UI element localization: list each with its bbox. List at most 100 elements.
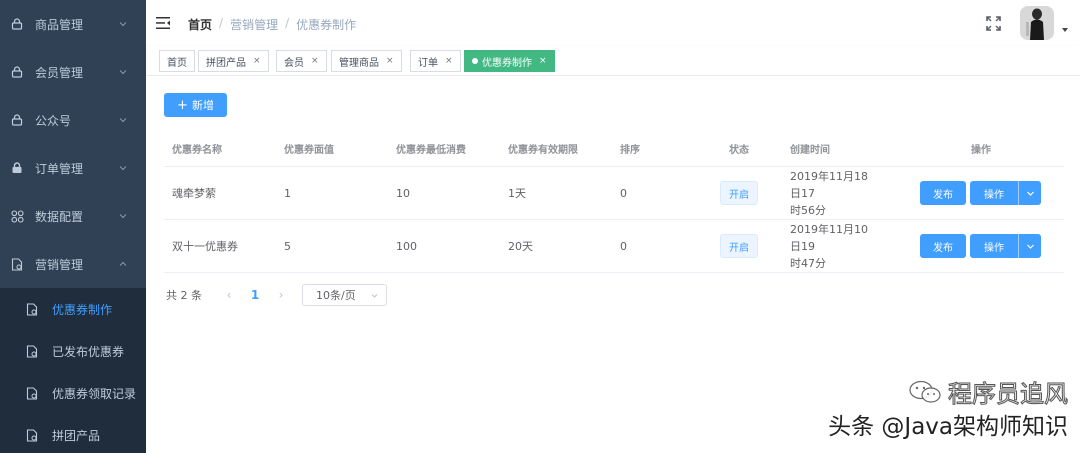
close-icon[interactable]: × (311, 56, 319, 66)
lock-icon (10, 65, 24, 79)
sidebar-subitem-label: 优惠券领取记录 (52, 386, 137, 401)
coupon-table: 优惠券名称 优惠券面值 优惠券最低消费 优惠券有效期限 排序 状态 创建时间 操… (164, 130, 1064, 273)
sidebar-item-official-account[interactable]: 公众号 (0, 96, 146, 144)
chevron-down-icon (119, 214, 127, 219)
caret-down-icon[interactable] (1062, 28, 1068, 32)
chevron-down-icon (1026, 191, 1034, 196)
sidebar-subitem-published-coupons[interactable]: 已发布优惠券 (0, 330, 146, 372)
publish-button[interactable]: 发布 (920, 234, 966, 258)
wechat-icon (909, 380, 941, 403)
publish-button[interactable]: 发布 (920, 181, 966, 205)
sidebar-subitem-group-products[interactable]: 拼团产品 (0, 414, 146, 453)
column-header: 优惠券名称 (172, 144, 222, 156)
add-button[interactable]: + 新增 (164, 93, 227, 117)
close-icon[interactable]: × (539, 56, 547, 66)
sidebar-item-label: 会员管理 (35, 65, 84, 80)
actions-cell: 发布 操作 (164, 220, 1064, 272)
tag-label: 会员 (284, 57, 304, 69)
tag-label: 首页 (167, 57, 187, 69)
chevron-up-icon (119, 261, 127, 266)
column-header: 状态 (729, 144, 749, 156)
chevron-down-icon (119, 166, 127, 171)
tag-group-products[interactable]: 拼团产品 × (198, 50, 269, 72)
page-size-value: 10条/页 (316, 289, 356, 302)
document-icon (26, 386, 39, 400)
lock-icon (10, 161, 24, 175)
action-button[interactable]: 操作 (970, 234, 1018, 258)
tag-orders[interactable]: 订单 × (410, 50, 461, 72)
fullscreen-icon[interactable] (986, 16, 1001, 31)
tag-members[interactable]: 会员 × (276, 50, 327, 72)
tag-label: 优惠券制作 (482, 57, 532, 69)
watermark-account: 程序员追风 (948, 380, 1069, 409)
sidebar: 商品管理 会员管理 公众号 订单管理 数据配置 营销管理 优惠券制作 已发布优惠… (0, 0, 146, 453)
breadcrumb: 首页 / 营销管理 / 优惠券制作 (188, 16, 356, 33)
action-button[interactable]: 操作 (970, 181, 1018, 205)
sidebar-item-label: 营销管理 (35, 257, 84, 272)
avatar[interactable] (1020, 6, 1054, 40)
plus-icon: + (177, 97, 188, 113)
navbar: 首页 / 营销管理 / 优惠券制作 (146, 0, 1080, 46)
sidebar-item-label: 数据配置 (35, 209, 84, 224)
chevron-down-icon (1026, 244, 1034, 249)
column-header: 优惠券面值 (284, 144, 334, 156)
tag-label: 订单 (418, 57, 438, 69)
breadcrumb-separator: / (219, 16, 224, 30)
pagination-total: 共 2 条 (166, 289, 202, 302)
lock-icon (10, 113, 24, 127)
hamburger-icon[interactable] (156, 17, 170, 29)
tag-manage-products[interactable]: 管理商品 × (331, 50, 402, 72)
column-header: 排序 (620, 144, 640, 156)
column-header: 操作 (971, 144, 991, 156)
tag-coupon-create[interactable]: 优惠券制作 × (464, 50, 555, 72)
pagination-page[interactable]: 1 (240, 288, 270, 302)
table-row: 魂牵梦萦 1 10 1天 0 开启 2019年11月18日17 时56分 发布 … (164, 167, 1064, 220)
sidebar-item-members[interactable]: 会员管理 (0, 48, 146, 96)
breadcrumb-separator: / (285, 16, 290, 30)
action-dropdown-toggle[interactable] (1018, 234, 1041, 258)
sidebar-subitem-label: 拼团产品 (52, 428, 101, 443)
document-icon (10, 257, 24, 271)
sidebar-subitem-coupon-records[interactable]: 优惠券领取记录 (0, 372, 146, 414)
column-header: 创建时间 (790, 144, 830, 156)
tags-view: 首页 拼团产品 × 会员 × 管理商品 × 订单 × 优惠券制作 × (146, 46, 1080, 76)
column-header: 优惠券有效期限 (508, 144, 578, 156)
close-icon[interactable]: × (253, 56, 261, 66)
chevron-down-icon (119, 118, 127, 123)
page-size-select[interactable]: 10条/页 (302, 284, 387, 306)
sidebar-subitem-coupon-create[interactable]: 优惠券制作 (0, 288, 146, 330)
close-icon[interactable]: × (386, 56, 394, 66)
grid-icon (10, 209, 24, 223)
active-dot-icon (472, 58, 478, 64)
watermark-line1: 程序员追风 (828, 374, 1069, 409)
sidebar-item-label: 商品管理 (35, 17, 84, 32)
sidebar-submenu-marketing: 优惠券制作 已发布优惠券 优惠券领取记录 拼团产品 (0, 288, 146, 453)
sidebar-subitem-label: 优惠券制作 (52, 302, 113, 317)
sidebar-item-products[interactable]: 商品管理 (0, 0, 146, 48)
document-icon (26, 344, 39, 358)
column-header: 优惠券最低消费 (396, 144, 466, 156)
sidebar-item-marketing[interactable]: 营销管理 (0, 240, 146, 288)
chevron-down-icon (371, 294, 378, 298)
close-icon[interactable]: × (445, 56, 453, 66)
pagination: 共 2 条 ‹ 1 › 10条/页 (166, 284, 387, 306)
breadcrumb-home[interactable]: 首页 (188, 16, 212, 33)
breadcrumb-marketing: 营销管理 (230, 18, 279, 32)
prev-page-icon[interactable]: ‹ (218, 288, 240, 302)
lock-icon (10, 17, 24, 31)
chevron-down-icon (119, 70, 127, 75)
chevron-down-icon (119, 22, 127, 27)
action-dropdown-toggle[interactable] (1018, 181, 1041, 205)
sidebar-item-label: 公众号 (35, 113, 72, 128)
tag-home[interactable]: 首页 (159, 50, 195, 72)
actions-cell: 发布 操作 (164, 167, 1064, 219)
tag-label: 管理商品 (339, 57, 379, 69)
action-dropdown: 操作 (970, 181, 1041, 205)
document-icon (26, 302, 39, 316)
sidebar-item-label: 订单管理 (35, 161, 84, 176)
action-dropdown: 操作 (970, 234, 1041, 258)
watermark: 程序员追风 头条 @Java架构师知识 (828, 374, 1068, 441)
sidebar-item-data-config[interactable]: 数据配置 (0, 192, 146, 240)
next-page-icon[interactable]: › (270, 288, 292, 302)
sidebar-item-orders[interactable]: 订单管理 (0, 144, 146, 192)
